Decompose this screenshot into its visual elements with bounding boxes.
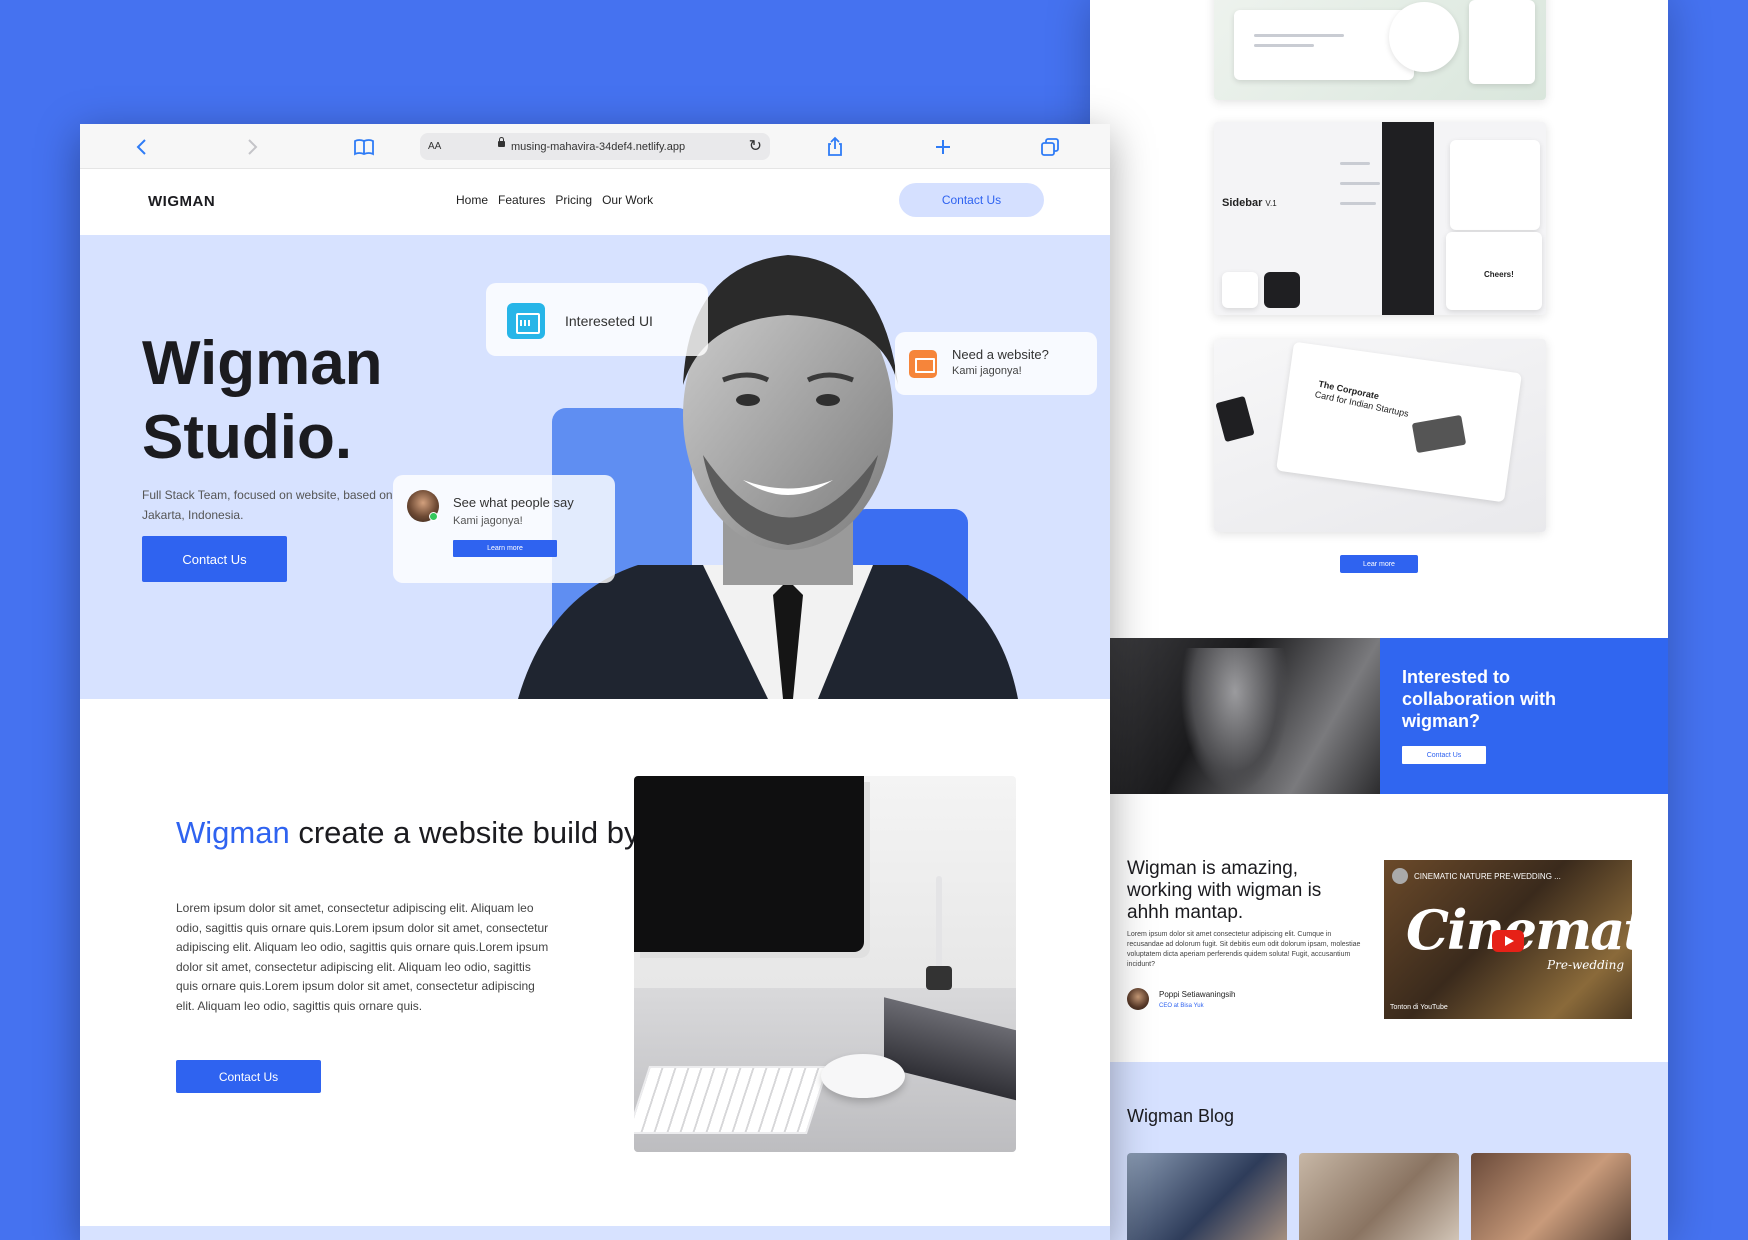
mail-icon bbox=[909, 350, 937, 378]
mini-line bbox=[1340, 182, 1380, 185]
mini-line bbox=[1254, 44, 1314, 47]
mini-line bbox=[1340, 162, 1370, 165]
hero-title: Wigman Studio. bbox=[142, 327, 383, 475]
mouse-image bbox=[821, 1054, 905, 1098]
play-icon[interactable] bbox=[1492, 930, 1524, 952]
browser-window: AA musing-mahavira-34def4.netlify.app ↻ … bbox=[80, 124, 1110, 1240]
text-size-button[interactable]: AA bbox=[428, 141, 441, 152]
website-card-subtitle: Kami jagonya! bbox=[952, 365, 1022, 377]
collaboration-banner: Interested to collaboration with wigman?… bbox=[1110, 638, 1668, 794]
site-logo[interactable]: WIGMAN bbox=[148, 193, 215, 210]
website-card-title: Need a website? bbox=[952, 347, 1049, 362]
collab-title: Interested to collaboration with wigman? bbox=[1402, 667, 1557, 731]
blog-card[interactable] bbox=[1471, 1153, 1631, 1240]
nav-links: Home Features Pricing Our Work bbox=[456, 193, 653, 207]
lock-icon bbox=[498, 137, 505, 147]
book-icon[interactable] bbox=[352, 135, 376, 159]
blog-title: Wigman Blog bbox=[1127, 1106, 1235, 1126]
pen-image bbox=[936, 876, 942, 972]
site-navbar: WIGMAN Home Features Pricing Our Work Co… bbox=[80, 169, 1110, 235]
share-icon[interactable] bbox=[823, 135, 847, 159]
about-title-accent: Wigman bbox=[176, 815, 290, 850]
about-contact-button[interactable]: Contact Us bbox=[176, 1060, 321, 1093]
portfolio-shot-1[interactable] bbox=[1214, 0, 1546, 100]
sidebar-title: Sidebar V.1 bbox=[1222, 197, 1277, 209]
mini-phone bbox=[1469, 0, 1535, 84]
about-body: Lorem ipsum dolor sit amet, consectetur … bbox=[176, 901, 549, 1013]
hero-title-line: Studio. bbox=[142, 403, 353, 472]
url-text[interactable]: musing-mahavira-34def4.netlify.app bbox=[511, 141, 685, 153]
channel-icon bbox=[1392, 868, 1408, 884]
hero-section: Wigman Studio. Full Stack Team, focused … bbox=[80, 235, 1110, 699]
mini-ring bbox=[1389, 2, 1459, 72]
nav-contact-button[interactable]: Contact Us bbox=[899, 183, 1044, 217]
cheers-label: Cheers! bbox=[1484, 270, 1514, 279]
collab-box: Interested to collaboration with wigman?… bbox=[1380, 638, 1668, 794]
monitor-image bbox=[634, 776, 864, 952]
address-bar[interactable]: AA musing-mahavira-34def4.netlify.app ↻ bbox=[420, 133, 770, 160]
video-header: CINEMATIC NATURE PRE-WEDDING ... bbox=[1392, 868, 1561, 884]
nav-home[interactable]: Home bbox=[456, 193, 488, 207]
testimonial-card-title: See what people say bbox=[453, 495, 574, 510]
testimonial-title: Wigman is amazing, working with wigman i… bbox=[1127, 858, 1322, 923]
about-section: Wigman create a website build by craft. … bbox=[80, 699, 1110, 1240]
mini-card-dark bbox=[1215, 395, 1255, 443]
mini-thumb bbox=[1222, 272, 1258, 308]
person-figure bbox=[1180, 648, 1290, 794]
hero-title-line: Wigman bbox=[142, 329, 383, 398]
website-card: Need a website? Kami jagonya! bbox=[895, 332, 1097, 395]
nav-pricing[interactable]: Pricing bbox=[555, 193, 592, 207]
next-section-strip bbox=[80, 1226, 1110, 1240]
pen-stand-image bbox=[926, 966, 952, 990]
learn-more-button[interactable]: Learn more bbox=[453, 540, 557, 557]
testimonial: Wigman is amazing, working with wigman i… bbox=[1127, 858, 1367, 1010]
online-status-icon bbox=[429, 512, 438, 521]
keyboard-image bbox=[634, 1066, 830, 1134]
nav-our-work[interactable]: Our Work bbox=[602, 193, 653, 207]
video-footer[interactable]: Tonton di YouTube bbox=[1390, 1004, 1448, 1011]
chevron-left-icon[interactable] bbox=[130, 135, 154, 159]
video-title: CINEMATIC NATURE PRE-WEDDING ... bbox=[1414, 871, 1561, 881]
mini-line bbox=[1340, 202, 1376, 205]
chevron-right-icon[interactable] bbox=[240, 135, 264, 159]
testimonial-card: See what people say Kami jagonya! Learn … bbox=[393, 475, 615, 583]
mini-card bbox=[1450, 140, 1540, 230]
collab-contact-button[interactable]: Contact Us bbox=[1402, 746, 1486, 764]
tabs-icon[interactable] bbox=[1038, 135, 1062, 159]
hero-subtitle: Full Stack Team, focused on website, bas… bbox=[142, 488, 393, 522]
testimonial-body: Lorem ipsum dolor sit amet consectetur a… bbox=[1127, 931, 1361, 968]
blog-card[interactable] bbox=[1299, 1153, 1459, 1240]
long-page-preview: Sidebar V.1 Cheers! The Corporate Card f… bbox=[1090, 0, 1668, 1240]
portfolio-shot-corporate[interactable]: The Corporate Card for Indian Startups bbox=[1214, 339, 1546, 532]
testimonial-name: Poppi Setiawaningsih bbox=[1159, 989, 1236, 999]
testimonial-role: CEO at Bisa Yuk bbox=[1159, 1002, 1204, 1009]
mini-board bbox=[1276, 341, 1522, 503]
mini-line bbox=[1254, 34, 1344, 37]
mini-thumb-dark bbox=[1264, 272, 1300, 308]
blog-card[interactable] bbox=[1127, 1153, 1287, 1240]
interest-card: Intereseted UI bbox=[486, 283, 708, 356]
plus-icon[interactable] bbox=[931, 135, 955, 159]
blog-section: Wigman Blog bbox=[1110, 1062, 1668, 1240]
youtube-video[interactable]: CINEMATIC NATURE PRE-WEDDING ... Cinemat… bbox=[1384, 860, 1632, 1019]
browser-toolbar: AA musing-mahavira-34def4.netlify.app ↻ bbox=[80, 124, 1110, 169]
video-script-sub: Pre-wedding bbox=[1547, 958, 1624, 972]
interest-card-label: Intereseted UI bbox=[565, 313, 653, 329]
nav-features[interactable]: Features bbox=[498, 193, 545, 207]
desk-photo bbox=[634, 776, 1016, 1152]
testimonial-card-subtitle: Kami jagonya! bbox=[453, 515, 523, 527]
avatar bbox=[1127, 988, 1149, 1010]
reload-icon[interactable]: ↻ bbox=[749, 136, 762, 156]
testimonial-person: Poppi Setiawaningsih CEO at Bisa Yuk bbox=[1127, 988, 1367, 1010]
calendar-icon bbox=[507, 303, 545, 339]
learn-more-button[interactable]: Lear more bbox=[1340, 555, 1418, 573]
blog-cards bbox=[1127, 1153, 1651, 1240]
mini-dark-panel bbox=[1382, 122, 1434, 315]
hero-contact-button[interactable]: Contact Us bbox=[142, 536, 287, 582]
collab-photo bbox=[1110, 638, 1380, 794]
portfolio-shot-sidebar[interactable]: Sidebar V.1 Cheers! bbox=[1214, 122, 1546, 315]
